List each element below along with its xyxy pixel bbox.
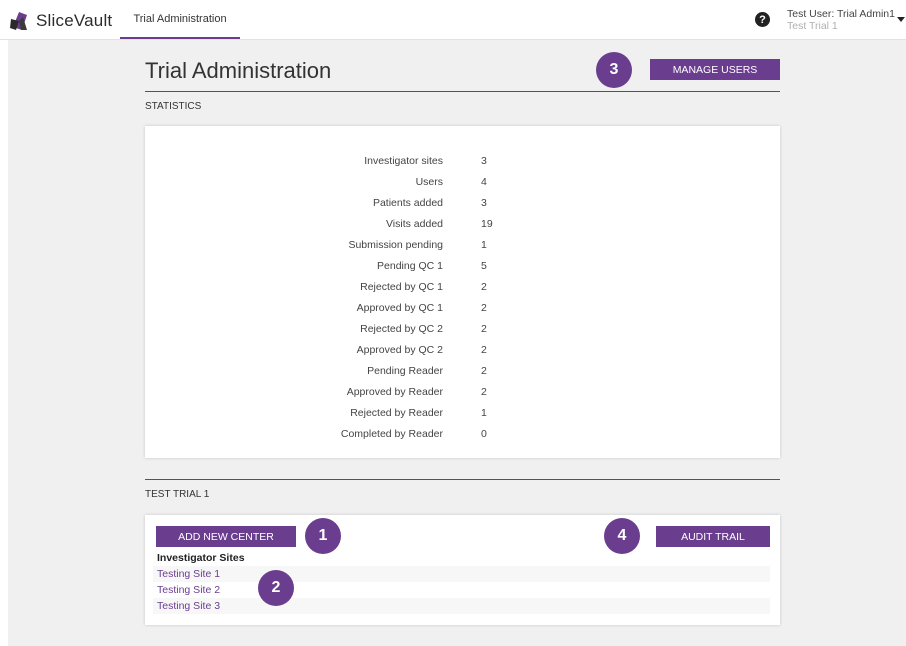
slicevault-logo[interactable]: SliceVault [10,10,112,32]
investigator-sites-heading: Investigator Sites [157,552,245,564]
slicevault-logo-icon [10,12,27,30]
title-divider [145,91,780,92]
stat-value: 4 [481,176,487,188]
stat-label: Submission pending [348,239,443,251]
stat-label: Approved by QC 2 [356,344,443,356]
manage-users-button[interactable]: MANAGE USERS [650,59,780,80]
top-navbar: SliceVault Trial Administration ? Test U… [0,0,906,40]
logo-text-vault: Vault [73,11,113,30]
stat-value: 0 [481,428,487,440]
stat-label: Users [415,176,443,188]
stat-value: 1 [481,407,487,419]
stat-row: Investigator sites 3 [145,151,780,172]
stat-row: Rejected by Reader 1 [145,403,780,424]
help-icon[interactable]: ? [755,12,770,27]
stat-label: Pending QC 1 [377,260,443,272]
stat-label: Pending Reader [367,365,443,377]
logo-text-slice: Slice [36,11,74,30]
add-new-center-button[interactable]: ADD NEW CENTER [156,526,296,547]
user-name: Test User: Trial Admin1 [787,8,895,20]
stat-row: Patients added 3 [145,193,780,214]
site-link-3[interactable]: Testing Site 3 [153,598,770,614]
stat-label: Rejected by QC 1 [360,281,443,293]
stat-value: 2 [481,344,487,356]
stat-label: Rejected by Reader [350,407,443,419]
stat-label: Rejected by QC 2 [360,323,443,335]
audit-trail-button[interactable]: AUDIT TRAIL [656,526,770,547]
stat-value: 2 [481,365,487,377]
statistics-label: STATISTICS [145,101,202,112]
stat-row: Approved by Reader 2 [145,382,780,403]
logo-text: SliceVault [36,11,112,31]
stat-value: 3 [481,155,487,167]
stat-label: Visits added [385,218,443,230]
callout-badge-1: 1 [305,518,341,554]
callout-badge-4: 4 [604,518,640,554]
callout-badge-3: 3 [596,52,632,88]
stat-row: Completed by Reader 0 [145,424,780,445]
stat-row: Visits added 19 [145,214,780,235]
stat-value: 2 [481,281,487,293]
stat-label: Approved by QC 1 [356,302,443,314]
stat-value: 1 [481,239,487,251]
stat-row: Submission pending 1 [145,235,780,256]
stat-row: Pending Reader 2 [145,361,780,382]
trial-label: TEST TRIAL 1 [145,489,210,500]
user-menu[interactable]: Test User: Trial Admin1 Test Trial 1 [787,8,895,32]
stat-row: Approved by QC 1 2 [145,298,780,319]
tab-trial-administration[interactable]: Trial Administration [120,0,240,39]
stat-label: Patients added [372,197,443,209]
stat-value: 19 [481,218,493,230]
callout-badge-2: 2 [258,570,294,606]
stat-value: 2 [481,323,487,335]
stat-value: 3 [481,197,487,209]
stat-row: Rejected by QC 2 2 [145,319,780,340]
stat-label: Approved by Reader [346,386,443,398]
user-trial: Test Trial 1 [787,20,838,32]
stat-row: Approved by QC 2 2 [145,340,780,361]
stat-value: 2 [481,302,487,314]
site-link-2[interactable]: Testing Site 2 [153,582,770,598]
page-title: Trial Administration [145,58,332,83]
stat-row: Users 4 [145,172,780,193]
trial-divider [145,479,780,480]
stat-row: Rejected by QC 1 2 [145,277,780,298]
site-link-1[interactable]: Testing Site 1 [153,566,770,582]
stat-row: Pending QC 1 5 [145,256,780,277]
caret-down-icon[interactable] [897,17,905,22]
stat-value: 5 [481,260,487,272]
stat-label: Investigator sites [364,155,443,167]
stat-label: Completed by Reader [340,428,443,440]
stat-value: 2 [481,386,487,398]
